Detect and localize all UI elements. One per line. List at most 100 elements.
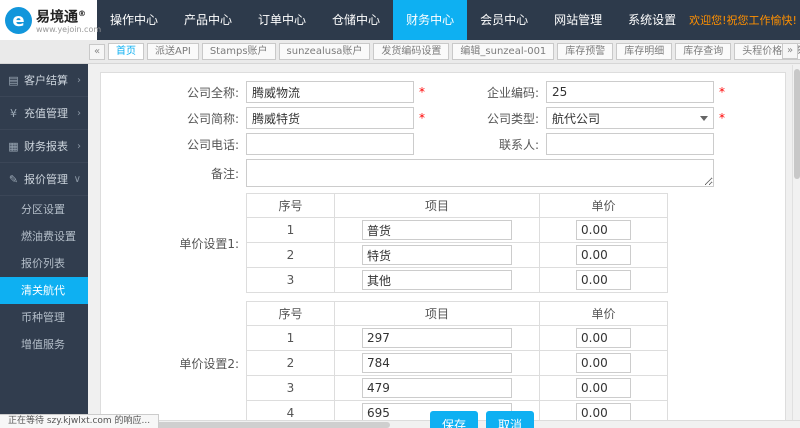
remark-label: 备注: [131,165,246,182]
company-type-label: 公司类型: [431,110,546,127]
chevron-right-icon: › [77,108,81,119]
customer-settlement-icon: ▤ [7,74,20,87]
tab-edit-sunzeal-001[interactable]: 编辑_sunzeal-001 [452,43,554,60]
registered-mark: ® [78,9,86,18]
cancel-button[interactable]: 取消 [486,411,534,428]
tab-sunzealusa-account[interactable]: sunzealusa账户 [279,43,371,60]
tabs-scroll-left-icon[interactable]: « [89,44,105,60]
price-table1-label: 单价设置1: [131,235,246,252]
row-number-cell: 1 [247,326,335,351]
company-short-name-label: 公司简称: [131,110,246,127]
sidebar-item-financial-reports[interactable]: ▦ 财务报表 › [0,130,88,163]
sidebar-item-customer-settlement[interactable]: ▤ 客户结算 › [0,64,88,97]
company-short-name-field[interactable] [246,107,414,129]
price-input[interactable] [576,270,631,290]
contact-field[interactable] [546,133,714,155]
nav-item-finance[interactable]: 财务中心 [393,0,467,40]
company-code-label: 企业编码: [431,84,546,101]
nav-item-system[interactable]: 系统设置 [615,0,689,40]
sidebar-item-label: 报价管理 [24,171,74,187]
form-panel: 公司全称: * 企业编码: * 公司简称: * 公司类型: [100,72,786,428]
sidebar-item-label: 财务报表 [24,138,77,154]
required-mark: * [419,85,427,99]
nav-item-operations[interactable]: 操作中心 [97,0,171,40]
chevron-right-icon: › [77,75,81,86]
item-input[interactable] [362,378,512,398]
vertical-scrollbar[interactable] [792,65,800,420]
price-table-2: 序号 项目 单价 1 2 3 [246,301,668,426]
sidebar-item-label: 客户结算 [24,72,77,88]
remark-textarea[interactable] [246,159,714,187]
nav-item-warehouse[interactable]: 仓储中心 [319,0,393,40]
table-row: 1 [247,326,668,351]
sub-item-quote-list[interactable]: 报价列表 [0,250,88,277]
tab-stock-warning[interactable]: 库存预警 [557,43,613,60]
tab-stamps-account[interactable]: Stamps账户 [202,43,276,60]
item-input[interactable] [362,245,512,265]
sub-item-value-added-services[interactable]: 增值服务 [0,331,88,358]
sub-item-zone-settings[interactable]: 分区设置 [0,196,88,223]
company-type-select[interactable]: 航代公司 [546,107,714,129]
price-table2-label: 单价设置2: [131,355,246,372]
main-content: 公司全称: * 企业编码: * 公司简称: * 公司类型: [88,64,800,428]
price-input[interactable] [576,245,631,265]
row-number-cell: 3 [247,376,335,401]
price-input[interactable] [576,328,631,348]
item-cell [335,326,540,351]
tab-stock-query[interactable]: 库存查询 [675,43,731,60]
price-cell [540,268,668,293]
item-cell [335,268,540,293]
quote-icon: ✎ [7,173,20,186]
price-cell [540,326,668,351]
row-number-cell: 2 [247,351,335,376]
vertical-scrollbar-thumb[interactable] [794,69,800,179]
sub-item-fuel-fee-settings[interactable]: 燃油费设置 [0,223,88,250]
item-input[interactable] [362,328,512,348]
price-input[interactable] [576,353,631,373]
chevron-right-icon: › [77,141,81,152]
sidebar-item-recharge[interactable]: ¥ 充值管理 › [0,97,88,130]
price-cell [540,376,668,401]
company-full-name-field[interactable] [246,81,414,103]
item-cell [335,376,540,401]
price-cell [540,351,668,376]
company-phone-field[interactable] [246,133,414,155]
col-header-no: 序号 [247,194,335,218]
row-number-cell: 2 [247,243,335,268]
table-row: 2 [247,243,668,268]
table-header-row: 序号 项目 单价 [247,302,668,326]
item-input[interactable] [362,353,512,373]
item-input[interactable] [362,220,512,240]
save-button[interactable]: 保存 [430,411,478,428]
table-row: 1 [247,218,668,243]
contact-label: 联系人: [431,136,546,153]
logo[interactable]: e 易境通® www.yejoin.com [0,0,97,40]
company-phone-label: 公司电话: [131,136,246,153]
required-mark: * [719,85,727,99]
tab-home[interactable]: 首页 [108,43,144,60]
company-type-value: 航代公司 [552,110,600,127]
item-cell [335,351,540,376]
brand-logo-icon: e [5,7,32,34]
sub-item-customs-agent[interactable]: 清关航代 [0,277,88,304]
tab-stock-detail[interactable]: 库存明细 [616,43,672,60]
tab-delivery-api[interactable]: 派送API [147,43,199,60]
tabs-scroll-right-icon[interactable]: » [782,43,798,59]
top-nav: 操作中心 产品中心 订单中心 仓储中心 财务中心 会员中心 网站管理 系统设置 [97,0,689,40]
price-input[interactable] [576,220,631,240]
col-header-price: 单价 [540,194,668,218]
nav-item-products[interactable]: 产品中心 [171,0,245,40]
sub-item-currency-management[interactable]: 币种管理 [0,304,88,331]
brand-name-text: 易境通 [36,9,78,25]
price-input[interactable] [576,378,631,398]
item-cell [335,218,540,243]
price-cell [540,218,668,243]
nav-item-website[interactable]: 网站管理 [541,0,615,40]
top-bar: e 易境通® www.yejoin.com 操作中心 产品中心 订单中心 仓储中… [0,0,800,40]
company-code-field[interactable] [546,81,714,103]
nav-item-orders[interactable]: 订单中心 [245,0,319,40]
sidebar-item-quote-management[interactable]: ✎ 报价管理 ∨ [0,163,88,196]
item-input[interactable] [362,270,512,290]
nav-item-members[interactable]: 会员中心 [467,0,541,40]
tab-shipping-code-settings[interactable]: 发货编码设置 [373,43,449,60]
